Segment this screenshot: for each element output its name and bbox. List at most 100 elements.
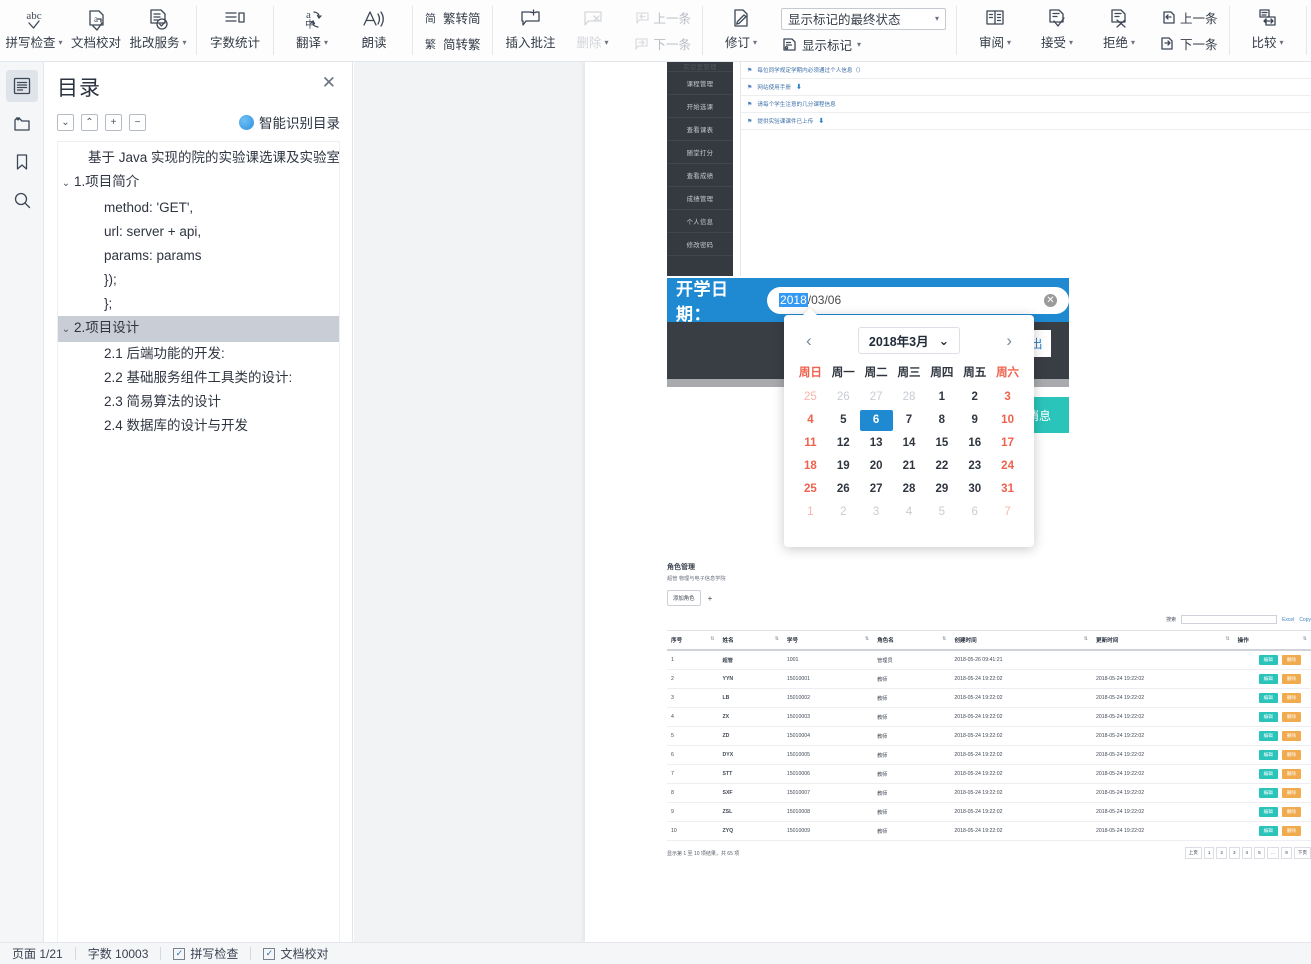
table-column-header[interactable]: 学号 ⇅: [782, 630, 874, 651]
sort-icon[interactable]: ⇅: [865, 636, 869, 642]
embedded-nav-item[interactable]: 修改密码: [667, 233, 733, 256]
calendar-day[interactable]: 28: [893, 387, 926, 408]
trad-to-simp-button[interactable]: 简 繁转简: [419, 5, 486, 31]
calendar-day[interactable]: 20: [860, 456, 893, 477]
sort-icon[interactable]: ⇅: [1084, 636, 1088, 642]
chevron-down-icon[interactable]: ▾: [324, 38, 328, 47]
sort-icon[interactable]: ⇅: [1225, 636, 1229, 642]
date-picker-popup[interactable]: ‹ 2018年3月 ⌄ › 周日 周一 周二 周三 周四 周五 周六 25 26 27 28 1 2 3 4…: [784, 308, 1034, 547]
pagination-item[interactable]: 3: [1228, 847, 1240, 859]
delete-comment-button[interactable]: 删除 ▾: [562, 0, 624, 61]
page-indicator[interactable]: 页面 1/21: [0, 945, 75, 962]
calendar-day[interactable]: 2: [827, 502, 860, 523]
delete-row-button[interactable]: 删除: [1281, 731, 1301, 741]
chevron-down-icon[interactable]: ⌄: [58, 173, 74, 195]
prev-comment-button[interactable]: 上一条: [629, 5, 697, 31]
chevron-down-icon[interactable]: ▾: [753, 38, 757, 47]
rail-sections-button[interactable]: [6, 108, 38, 140]
edit-row-button[interactable]: 编辑: [1258, 674, 1278, 684]
table-column-header[interactable]: 更新时间 ⇅: [1092, 630, 1234, 651]
calendar-day[interactable]: 6: [859, 410, 893, 431]
edit-row-button[interactable]: 编辑: [1258, 655, 1278, 665]
date-picker-grid[interactable]: 周日 周一 周二 周三 周四 周五 周六 25 26 27 28 1 2 3 4 5 6 7 8 9 10 11 12 13 1…: [794, 362, 1024, 523]
embedded-notice-row[interactable]: ⚑ 网站使用手册 ⬇: [741, 79, 1311, 96]
embedded-nav-item[interactable]: 查看成绩: [667, 164, 733, 187]
calendar-day[interactable]: 26: [827, 387, 860, 408]
calendar-day[interactable]: 2: [958, 387, 991, 408]
edit-row-button[interactable]: 编辑: [1258, 807, 1278, 817]
sort-icon[interactable]: ⇅: [710, 636, 714, 642]
checkbox-icon[interactable]: ✓: [173, 947, 186, 960]
table-column-header[interactable]: 序号 ⇅: [667, 630, 719, 651]
next-comment-button[interactable]: 下一条: [629, 31, 697, 57]
calendar-day[interactable]: 14: [893, 433, 926, 454]
delete-row-button[interactable]: 删除: [1281, 712, 1301, 722]
accept-button[interactable]: 接受 ▾: [1026, 0, 1088, 61]
pagination-item[interactable]: 下页: [1293, 847, 1311, 859]
pagination-item[interactable]: 上页: [1184, 847, 1202, 859]
expand-all-button[interactable]: ⌃: [81, 113, 98, 131]
outline-item[interactable]: });: [58, 268, 339, 292]
spell-check-button[interactable]: abc 拼写检查 ▾: [3, 0, 65, 61]
next-month-button[interactable]: ›: [1000, 331, 1018, 351]
word-count-indicator[interactable]: 字数 10003: [76, 945, 161, 962]
embedded-notice-row[interactable]: ⚑ 提供实验课课件已上传 ⬇: [741, 113, 1311, 130]
calendar-day[interactable]: 25: [794, 387, 827, 408]
calendar-day[interactable]: 13: [860, 433, 893, 454]
calendar-day[interactable]: 28: [893, 479, 926, 500]
calendar-day[interactable]: 9: [958, 410, 991, 431]
table-column-header[interactable]: 操作 ⇅: [1233, 630, 1311, 651]
outline-item[interactable]: 2.2 基础服务组件工具类的设计:: [58, 366, 339, 390]
rail-search-button[interactable]: [6, 184, 38, 216]
date-year-segment[interactable]: 2018: [779, 293, 808, 307]
table-column-header[interactable]: 创建时间 ⇅: [950, 630, 1092, 651]
edit-row-button[interactable]: 编辑: [1258, 693, 1278, 703]
delete-row-button[interactable]: 删除: [1281, 826, 1301, 836]
chevron-down-icon[interactable]: ⌄: [58, 319, 74, 341]
download-icon[interactable]: ⬇: [818, 117, 824, 125]
calendar-day[interactable]: 1: [925, 387, 958, 408]
pagination-item[interactable]: …: [1266, 847, 1280, 859]
pagination-item[interactable]: 2: [1216, 847, 1227, 859]
chevron-down-icon[interactable]: ▾: [1007, 38, 1011, 47]
calendar-day[interactable]: 4: [794, 410, 827, 431]
outline-list[interactable]: 基于 Java 实现的院的实验课选课及实验室管理 ...⌄1.项目简介metho…: [57, 141, 340, 951]
edit-row-button[interactable]: 编辑: [1258, 826, 1278, 836]
outline-item[interactable]: params: params: [58, 244, 339, 268]
calendar-day[interactable]: 5: [925, 502, 958, 523]
embedded-nav-item[interactable]: 随堂打分: [667, 141, 733, 164]
calendar-day[interactable]: 7: [991, 502, 1024, 523]
calendar-day[interactable]: 10: [991, 410, 1024, 431]
chevron-down-icon[interactable]: ▾: [59, 38, 63, 47]
decrease-level-button[interactable]: −: [129, 113, 146, 131]
delete-row-button[interactable]: 删除: [1281, 769, 1301, 779]
edit-row-button[interactable]: 编辑: [1258, 750, 1278, 760]
date-day-segment[interactable]: 06: [828, 293, 841, 307]
calendar-day[interactable]: 27: [860, 479, 893, 500]
delete-row-button[interactable]: 删除: [1281, 807, 1301, 817]
month-year-select[interactable]: 2018年3月 ⌄: [857, 327, 961, 354]
read-aloud-button[interactable]: 朗读: [343, 0, 405, 61]
rail-outline-button[interactable]: [5, 70, 38, 102]
doc-proofread-button[interactable]: a 文档校对: [65, 0, 127, 61]
outline-item[interactable]: url: server + api,: [58, 220, 339, 244]
add-role-button[interactable]: 添加角色: [667, 590, 701, 606]
calendar-day[interactable]: 21: [893, 456, 926, 477]
calendar-day[interactable]: 11: [794, 433, 827, 454]
increase-level-button[interactable]: +: [105, 113, 122, 131]
calendar-day[interactable]: 18: [794, 456, 827, 477]
calendar-day[interactable]: 16: [958, 433, 991, 454]
calendar-day[interactable]: 8: [925, 410, 958, 431]
next-change-button[interactable]: 下一条: [1155, 31, 1223, 57]
chevron-down-icon[interactable]: ▾: [605, 38, 609, 47]
sort-icon[interactable]: ⇅: [1303, 636, 1307, 642]
calendar-day[interactable]: 3: [991, 387, 1024, 408]
outline-item[interactable]: };: [58, 292, 339, 316]
simp-to-trad-button[interactable]: 繁 简转繁: [419, 31, 486, 57]
calendar-day[interactable]: 15: [925, 433, 958, 454]
embedded-nav-item[interactable]: 课程管理: [667, 72, 733, 95]
calendar-day[interactable]: 24: [991, 456, 1024, 477]
edit-row-button[interactable]: 编辑: [1258, 731, 1278, 741]
review-pane-button[interactable]: 审阅 ▾: [964, 0, 1026, 61]
rail-bookmark-button[interactable]: [6, 146, 38, 178]
